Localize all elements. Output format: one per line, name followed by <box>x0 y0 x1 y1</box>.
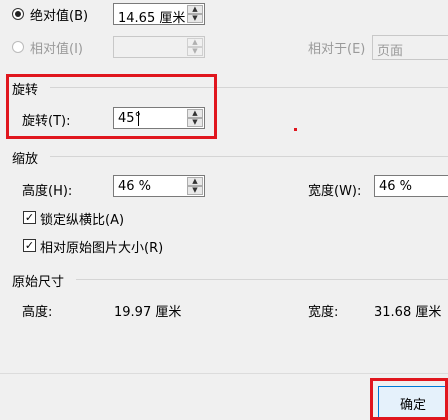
original-height-value: 19.97 厘米 <box>114 305 182 320</box>
relative-original-checkbox[interactable]: ✓ <box>23 239 36 252</box>
scale-width-label: 宽度(W): <box>308 184 362 199</box>
highlight-dot <box>294 128 297 131</box>
scale-width-field[interactable]: 46 % <box>374 175 448 197</box>
absolute-spinner[interactable]: ▲ ▼ <box>187 5 203 23</box>
relative-label: 相对值(I) <box>30 42 83 57</box>
relative-radio[interactable] <box>12 41 24 53</box>
spin-down-icon[interactable]: ▼ <box>187 186 203 195</box>
original-width-value: 31.68 厘米 <box>374 305 442 320</box>
lock-aspect-label[interactable]: 锁定纵横比(A) <box>40 209 124 228</box>
relative-spinner[interactable]: ▲ ▼ <box>187 38 203 56</box>
original-height-label: 高度: <box>22 305 53 320</box>
scale-divider <box>50 156 448 157</box>
relative-to-select[interactable]: 页面 <box>372 35 448 60</box>
absolute-radio[interactable] <box>12 8 24 20</box>
spin-up-icon[interactable]: ▲ <box>187 38 203 47</box>
scale-height-value: 46 % <box>118 179 152 194</box>
layout-size-dialog: 绝对值(B) 14.65 厘米 ▲ ▼ 相对值(I) ▲ ▼ 相对于(E) 页面… <box>0 0 448 420</box>
relative-to-label: 相对于(E) <box>308 42 366 57</box>
scale-height-spinner[interactable]: ▲ ▼ <box>187 177 203 195</box>
ok-highlight-box <box>370 378 448 420</box>
scale-height-field[interactable]: 46 % ▲ ▼ <box>113 175 205 197</box>
absolute-value-field[interactable]: 14.65 厘米 ▲ ▼ <box>113 3 205 26</box>
spin-up-icon[interactable]: ▲ <box>187 177 203 186</box>
spin-up-icon[interactable]: ▲ <box>187 5 203 14</box>
original-size-section-title: 原始尺寸 <box>12 275 65 290</box>
scale-height-label: 高度(H): <box>22 184 73 199</box>
absolute-value: 14.65 厘米 <box>118 11 186 26</box>
absolute-label: 绝对值(B) <box>30 9 89 24</box>
footer-divider <box>0 373 448 374</box>
relative-value-field[interactable]: ▲ ▼ <box>113 36 205 58</box>
spin-down-icon[interactable]: ▼ <box>187 47 203 56</box>
scale-section-title: 缩放 <box>12 152 39 167</box>
spin-down-icon[interactable]: ▼ <box>187 14 203 23</box>
lock-aspect-checkbox[interactable]: ✓ <box>23 211 36 224</box>
relative-original-label[interactable]: 相对原始图片大小(R) <box>40 237 163 256</box>
scale-width-value: 46 % <box>379 179 413 194</box>
original-size-divider <box>76 279 448 280</box>
relative-to-value: 页面 <box>377 44 404 59</box>
original-width-label: 宽度: <box>308 305 339 320</box>
rotation-highlight-box <box>6 74 217 139</box>
